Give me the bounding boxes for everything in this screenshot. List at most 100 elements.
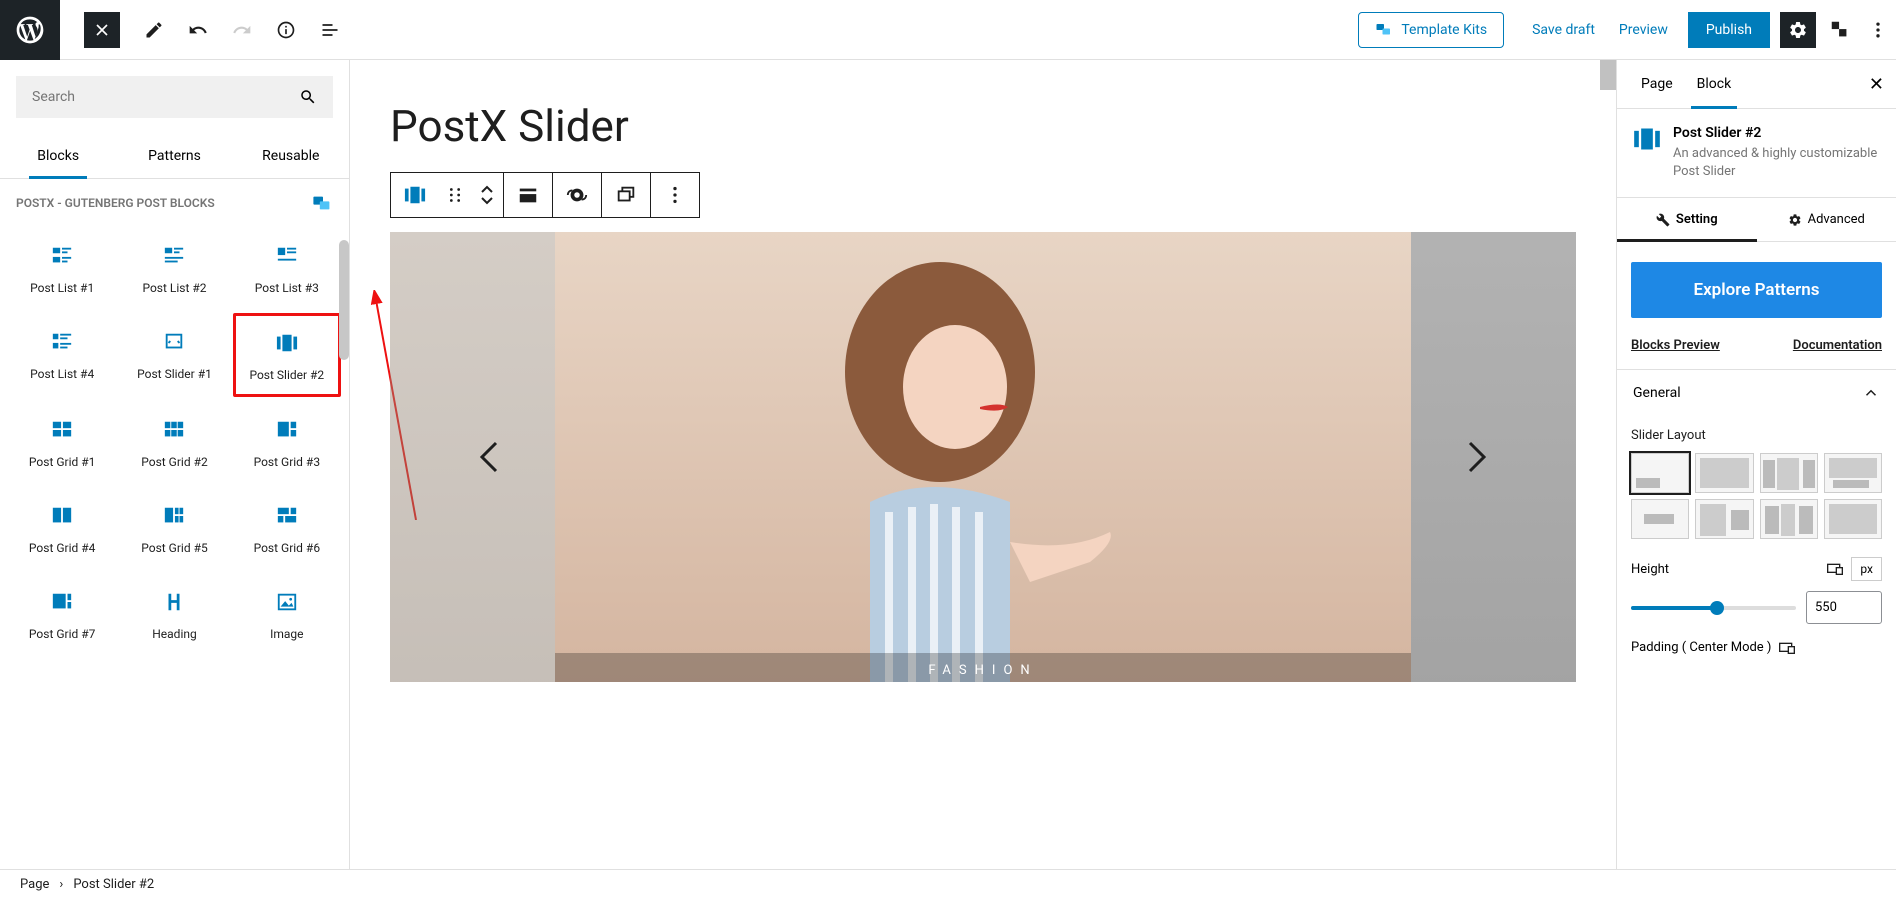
wordpress-logo[interactable] [0, 0, 60, 60]
block-post-grid-4[interactable]: Post Grid #4 [8, 487, 116, 569]
preview-button[interactable]: Preview [1607, 14, 1680, 46]
tab-blocks[interactable]: Blocks [0, 134, 116, 178]
slider-current-slide: FASHION [555, 232, 1411, 682]
block-post-grid-7[interactable]: Post Grid #7 [8, 573, 116, 655]
info-icon[interactable] [268, 12, 304, 48]
drag-handle-icon[interactable] [439, 173, 471, 217]
subtab-advanced[interactable]: Advanced [1757, 198, 1896, 241]
layers-icon[interactable] [602, 173, 650, 217]
template-kits-button[interactable]: Template Kits [1358, 12, 1504, 48]
slider-preview[interactable]: FASHION [390, 232, 1576, 682]
breadcrumb: Page › Post Slider #2 [0, 869, 1896, 899]
block-post-list-2[interactable]: Post List #2 [120, 227, 228, 309]
accordion-body-general: Slider Layout Height px [1617, 416, 1896, 667]
align-icon[interactable] [504, 173, 552, 217]
save-draft-button[interactable]: Save draft [1520, 14, 1607, 46]
block-post-grid-3[interactable]: Post Grid #3 [233, 401, 341, 483]
tab-patterns[interactable]: Patterns [116, 134, 232, 178]
block-post-grid-5[interactable]: Post Grid #5 [120, 487, 228, 569]
search-input[interactable] [32, 89, 299, 105]
left-panel-scrollbar[interactable] [339, 240, 349, 360]
block-post-list-3[interactable]: Post List #3 [233, 227, 341, 309]
settings-button[interactable] [1780, 12, 1816, 48]
editor-canvas[interactable]: PostX Slider [350, 60, 1616, 869]
publish-button[interactable]: Publish [1688, 12, 1770, 48]
layout-opt-3[interactable] [1760, 453, 1818, 493]
category-label: POSTX - GUTENBERG POST BLOCKS [16, 196, 215, 210]
explore-patterns-button[interactable]: Explore Patterns [1631, 262, 1882, 318]
layout-opt-1[interactable] [1631, 453, 1689, 493]
slide-image-placeholder [730, 242, 1150, 682]
block-post-slider-1[interactable]: Post Slider #1 [120, 313, 228, 397]
layout-opt-5[interactable] [1631, 499, 1689, 539]
block-info-title: Post Slider #2 [1673, 125, 1880, 141]
block-post-grid-6[interactable]: Post Grid #6 [233, 487, 341, 569]
main-area: Blocks Patterns Reusable POSTX - GUTENBE… [0, 60, 1896, 869]
plugin-button[interactable] [1822, 12, 1858, 48]
block-subtabs: Setting Advanced [1617, 198, 1896, 242]
undo-icon[interactable] [180, 12, 216, 48]
tab-page[interactable]: Page [1629, 60, 1685, 108]
height-slider-row [1631, 591, 1882, 624]
block-toolbar [390, 172, 700, 218]
layout-opt-2[interactable] [1695, 453, 1753, 493]
subtab-setting[interactable]: Setting [1617, 198, 1757, 241]
canvas-scrollbar[interactable] [1600, 60, 1616, 90]
layout-grid [1631, 453, 1882, 539]
slider-next-arrow[interactable] [1456, 437, 1496, 477]
slider-layout-label: Slider Layout [1631, 428, 1882, 443]
layout-opt-6[interactable] [1695, 499, 1753, 539]
blocks-grid: Post List #1 Post List #2 Post List #3 P… [0, 227, 349, 671]
range-thumb[interactable] [1710, 601, 1724, 615]
link-icon[interactable] [553, 173, 601, 217]
edit-icon[interactable] [136, 12, 172, 48]
search-icon [299, 88, 317, 106]
responsive-icon[interactable] [1779, 642, 1795, 654]
block-heading[interactable]: Heading [120, 573, 228, 655]
block-post-list-1[interactable]: Post List #1 [8, 227, 116, 309]
inserter-tabs: Blocks Patterns Reusable [0, 134, 349, 179]
tab-block[interactable]: Block [1685, 60, 1744, 108]
block-info-icon [1633, 125, 1661, 149]
settings-tabs: Page Block ✕ [1617, 60, 1896, 109]
unit-px-button[interactable]: px [1851, 557, 1882, 581]
slider-prev-arrow[interactable] [470, 437, 510, 477]
settings-panel: Page Block ✕ Post Slider #2 An advanced … [1616, 60, 1896, 869]
layout-opt-4[interactable] [1824, 453, 1882, 493]
move-up-down[interactable] [471, 173, 503, 217]
more-options-icon[interactable] [1860, 12, 1896, 48]
blocks-preview-link[interactable]: Blocks Preview [1631, 338, 1720, 353]
page-title[interactable]: PostX Slider [390, 100, 1576, 152]
redo-icon [224, 12, 260, 48]
documentation-link[interactable]: Documentation [1793, 338, 1882, 353]
layout-opt-8[interactable] [1824, 499, 1882, 539]
chevron-right-icon: › [59, 877, 63, 892]
accordion-general[interactable]: General [1617, 369, 1896, 416]
layout-opt-7[interactable] [1760, 499, 1818, 539]
block-inserter-panel: Blocks Patterns Reusable POSTX - GUTENBE… [0, 60, 350, 869]
breadcrumb-current[interactable]: Post Slider #2 [73, 877, 154, 892]
breadcrumb-root[interactable]: Page [20, 877, 49, 892]
block-post-grid-2[interactable]: Post Grid #2 [120, 401, 228, 483]
responsive-icon[interactable] [1827, 563, 1843, 575]
template-kits-label: Template Kits [1401, 22, 1487, 38]
block-more-icon[interactable] [651, 173, 699, 217]
height-range[interactable] [1631, 606, 1796, 610]
height-label: Height [1631, 562, 1819, 577]
search-box[interactable] [16, 76, 333, 118]
close-settings-icon[interactable]: ✕ [1869, 74, 1884, 95]
block-post-slider-2[interactable]: Post Slider #2 [233, 313, 341, 397]
wrench-icon [1656, 213, 1670, 227]
outline-icon[interactable] [312, 12, 348, 48]
chevron-up-icon [480, 185, 494, 195]
close-inserter-button[interactable] [84, 12, 120, 48]
height-value-input[interactable] [1806, 591, 1882, 624]
block-post-grid-1[interactable]: Post Grid #1 [8, 401, 116, 483]
block-post-list-4[interactable]: Post List #4 [8, 313, 116, 397]
block-type-icon[interactable] [391, 173, 439, 217]
tab-reusable[interactable]: Reusable [233, 134, 349, 178]
category-header: POSTX - GUTENBERG POST BLOCKS [0, 179, 349, 227]
block-image[interactable]: Image [233, 573, 341, 655]
panel-links: Blocks Preview Documentation [1617, 338, 1896, 369]
padding-control: Padding ( Center Mode ) [1631, 640, 1882, 655]
